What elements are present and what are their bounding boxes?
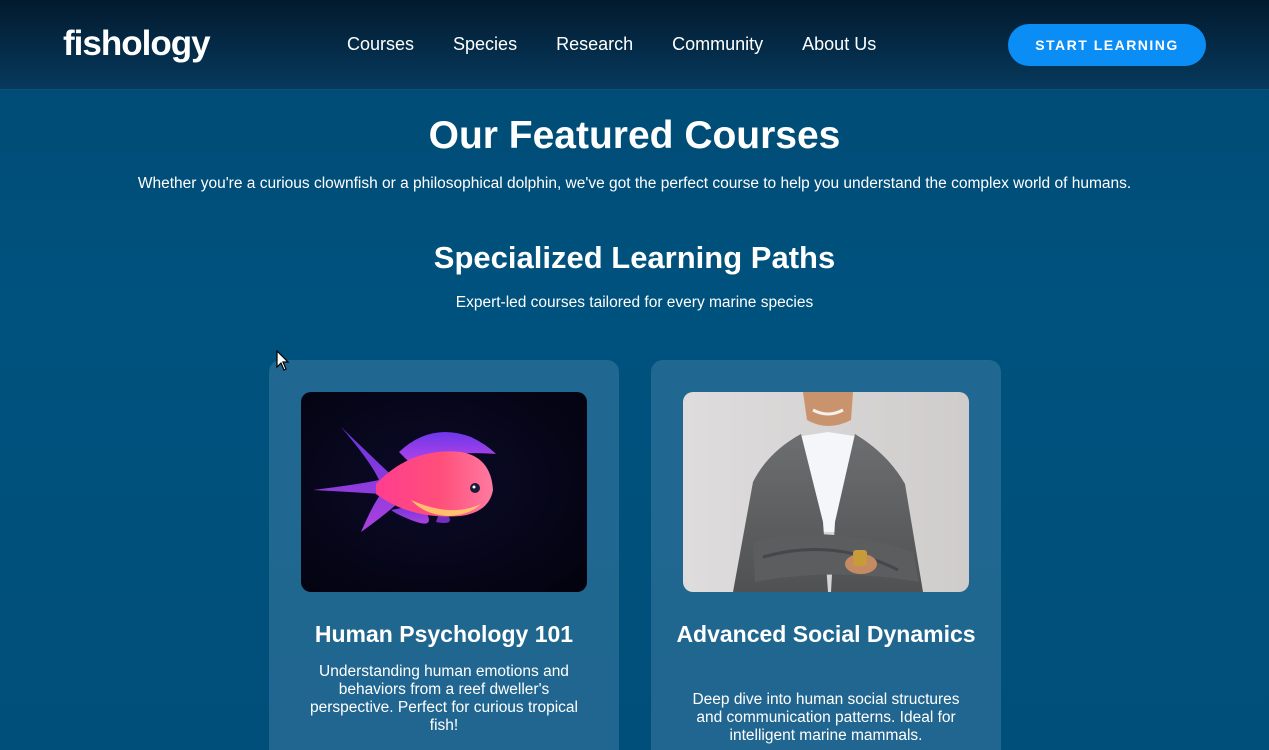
mouse-cursor-icon [276, 350, 290, 371]
main-nav: Courses Species Research Community About… [347, 33, 915, 55]
learning-paths-subtitle: Expert-led courses tailored for every ma… [455, 294, 814, 311]
nav-about-us[interactable]: About Us [802, 33, 876, 55]
nav-community[interactable]: Community [672, 33, 763, 55]
nav-courses[interactable]: Courses [347, 33, 414, 55]
nav-research[interactable]: Research [556, 33, 633, 55]
featured-courses-title: Our Featured Courses [428, 114, 841, 157]
logo[interactable]: fishology [63, 24, 211, 64]
course-description: Deep dive into human social structures a… [692, 691, 960, 744]
course-card-advanced-social-dynamics[interactable]: Advanced Social Dynamics Deep dive into … [651, 360, 1001, 750]
businessman-crossed-arms-image [683, 392, 969, 592]
course-title: Human Psychology 101 [314, 621, 574, 647]
course-description: Understanding human emotions and behavio… [310, 663, 578, 734]
featured-courses-subtitle: Whether you're a curious clownfish or a … [137, 175, 1132, 192]
nav-species[interactable]: Species [453, 33, 517, 55]
course-title: Advanced Social Dynamics [676, 621, 976, 647]
learning-paths-title: Specialized Learning Paths [433, 240, 836, 275]
pink-tropical-fish-image [301, 392, 587, 592]
start-learning-button[interactable]: START LEARNING [1008, 24, 1206, 66]
course-card-human-psychology[interactable]: Human Psychology 101 Understanding human… [269, 360, 619, 750]
site-header: fishology Courses Species Research Commu… [0, 0, 1269, 90]
